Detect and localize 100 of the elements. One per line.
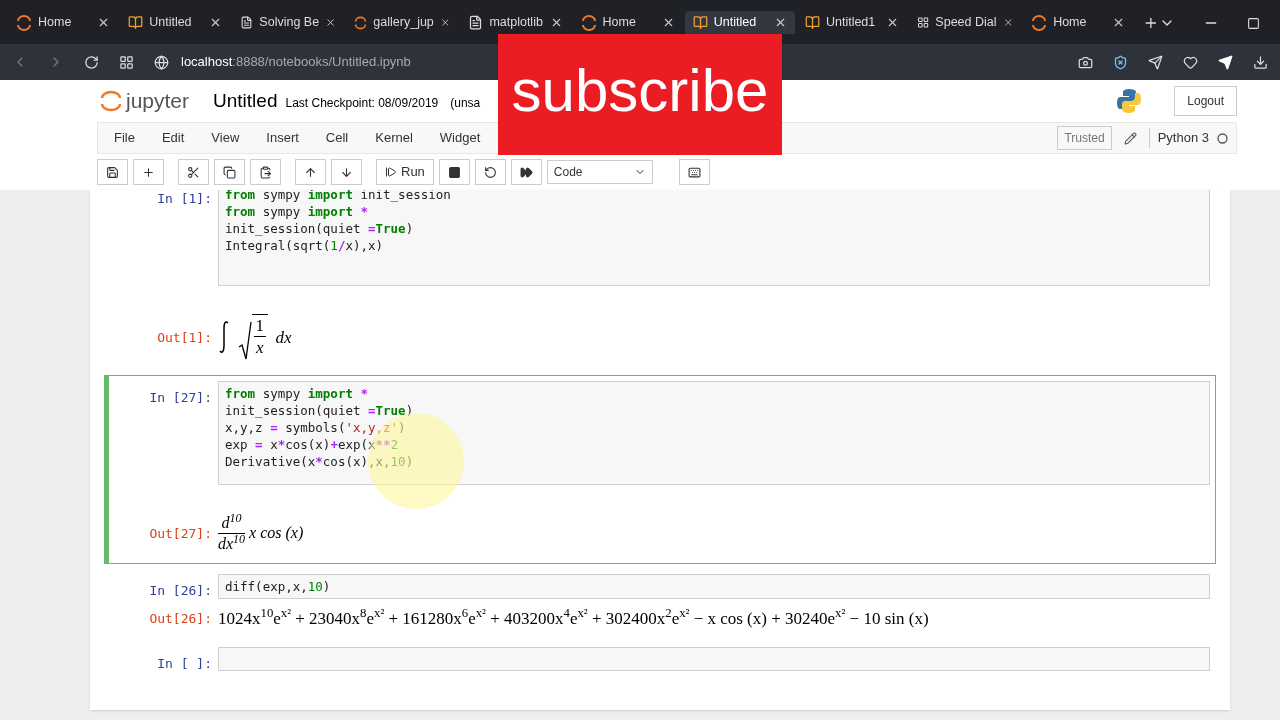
book-icon [804,15,820,30]
input-prompt: In [1]: [157,191,212,206]
notebook-cell[interactable]: In [26]: diff(exp,x,10) Out[26]: 1024x$^{10}$e$^{x²}$ + 23040x$^{8}$e$^{x²}$ + 161280x$^{6}$e$^{x²}$ + 403200x$^{4}$e$^{x²}$ + 302400x$^{2}$e$^{x²}$ − x cos (x) + 30240e$^{x²}$ − 10 sin (x) [104,567,1216,637]
run-button[interactable]: Run [376,159,434,185]
keyboard-icon [687,165,701,179]
menu-item[interactable]: Edit [161,128,185,148]
add-cell-button[interactable] [133,159,164,185]
edit-icon[interactable] [1123,131,1137,145]
scissors-icon [187,165,200,179]
download-icon[interactable] [1253,54,1268,70]
input-prompt: In [26]: [149,582,212,598]
shield-icon[interactable] [1113,54,1128,70]
stop-button[interactable] [438,159,470,185]
fraction-numerator: d$^{10}$ [221,512,242,533]
plus-icon [142,165,155,179]
cut-button[interactable] [178,159,209,185]
book-icon [692,15,708,30]
code-line: init_session(quiet =True) [225,401,415,419]
fast-forward-icon [519,165,533,179]
arrow-down-icon [340,165,353,179]
close-icon[interactable] [439,16,451,29]
kernel-idle-icon [1217,132,1228,144]
browser-tab[interactable]: Untitled [684,11,795,34]
paste-button[interactable] [250,159,281,185]
copy-icon [223,165,236,179]
notebook-cell[interactable]: In [ ]: [104,641,1216,681]
move-up-button[interactable] [295,159,326,185]
menu-item[interactable]: File [114,128,135,148]
keyboard-button[interactable] [678,159,710,185]
fast-forward-button[interactable] [510,159,542,185]
copy-button[interactable] [214,159,245,185]
menu-item[interactable]: Insert [266,128,299,148]
send-icon[interactable] [1148,54,1163,70]
notebook-title[interactable]: Untitled [213,86,278,116]
tab-title: Untitled1 [825,14,877,32]
save-button[interactable] [97,159,128,185]
close-icon[interactable] [1002,16,1014,29]
close-icon[interactable] [325,16,337,29]
code-line: diff(exp,x,10) [225,577,332,595]
camera-icon[interactable] [1078,54,1093,70]
code-line: x,y,z = symbols('x,y,z') [225,418,407,436]
save-icon [106,165,119,179]
fraction-denominator: dx$^{10}$ [218,532,246,554]
browser-tab[interactable]: Untitled1 [796,11,908,34]
cell-type-select[interactable]: Code [546,160,653,184]
tab-title: gallery_jup [373,14,434,32]
browser-tab[interactable]: matplotlib [460,11,571,34]
browser-tab[interactable]: Solving Be [232,11,345,34]
code-line: from sympy import * [225,203,369,220]
tab-title: Home [38,14,73,32]
jupyter-logo[interactable] [100,89,122,113]
menu-item[interactable]: Kernel [375,128,413,148]
move-down-button[interactable] [331,159,362,185]
menu-item[interactable]: Widget [439,128,481,148]
output-prompt: Out[27]: [149,526,212,541]
code-editor[interactable]: diff(exp,x,10) [218,573,1210,599]
output-prompt: Out[1]: [157,330,212,346]
browser-tab[interactable]: Speed Dial [909,11,1022,34]
menu-item[interactable]: Cell [325,128,349,148]
stop-icon [447,165,461,179]
integral-sign-icon [218,320,230,355]
tab-title: Speed Dial [935,14,997,32]
browser-tab[interactable]: Home [8,11,119,34]
code-line: Integral(sqrt(1/x),x) [225,237,385,254]
grid-icon[interactable] [119,54,134,70]
jupyter-icon [16,14,32,31]
browser-tab[interactable]: Home [1023,11,1134,34]
jupyter-wordmark: jupyter [126,88,190,115]
output-prompt: Out[26]: [149,611,212,627]
step-icon [385,166,397,178]
input-prompt: In [ ]: [157,656,212,671]
menu-item[interactable]: View [211,128,240,148]
maximize-icon[interactable] [1247,16,1260,30]
trusted-indicator[interactable]: Trusted [1057,126,1112,150]
code-editor[interactable]: from sympy import * init_session(quiet =True) x,y,z = symbols('x,y,z') exp = x*cos(x)+exp(x**2 Derivative(x*cos(x),x,10) [218,380,1210,485]
differential: dx [275,326,292,349]
browser-tab[interactable]: Home [572,11,683,34]
math-expression: x cos (x) [249,523,304,544]
restart-button[interactable] [474,159,506,185]
tab-title: Untitled [713,14,758,32]
document-icon [468,15,484,30]
fraction: 1 x [252,314,268,361]
clipboard-icon [259,165,272,179]
logout-button[interactable]: Logout [1174,86,1237,116]
jupyter-icon [354,14,368,31]
save-status: (unsa [450,95,481,112]
address-field[interactable]: localhost:8888/notebooks/Untitled.ipynb [181,52,411,72]
heart-icon[interactable] [1183,54,1198,70]
new-tab-icon[interactable] [1143,15,1159,31]
python-logo [1116,88,1143,114]
grid-icon [917,15,930,30]
document-icon [240,15,254,30]
code-line: init_session(quiet =True) [225,220,415,237]
jupyter-icon [580,14,597,31]
browser-tab[interactable]: gallery_jup [346,11,459,34]
reload-icon[interactable] [84,54,99,70]
tab-title: Home [602,14,637,32]
code-line: from sympy import * [225,384,369,402]
restart-icon [483,165,497,179]
browser-tab[interactable]: Untitled [120,11,231,34]
